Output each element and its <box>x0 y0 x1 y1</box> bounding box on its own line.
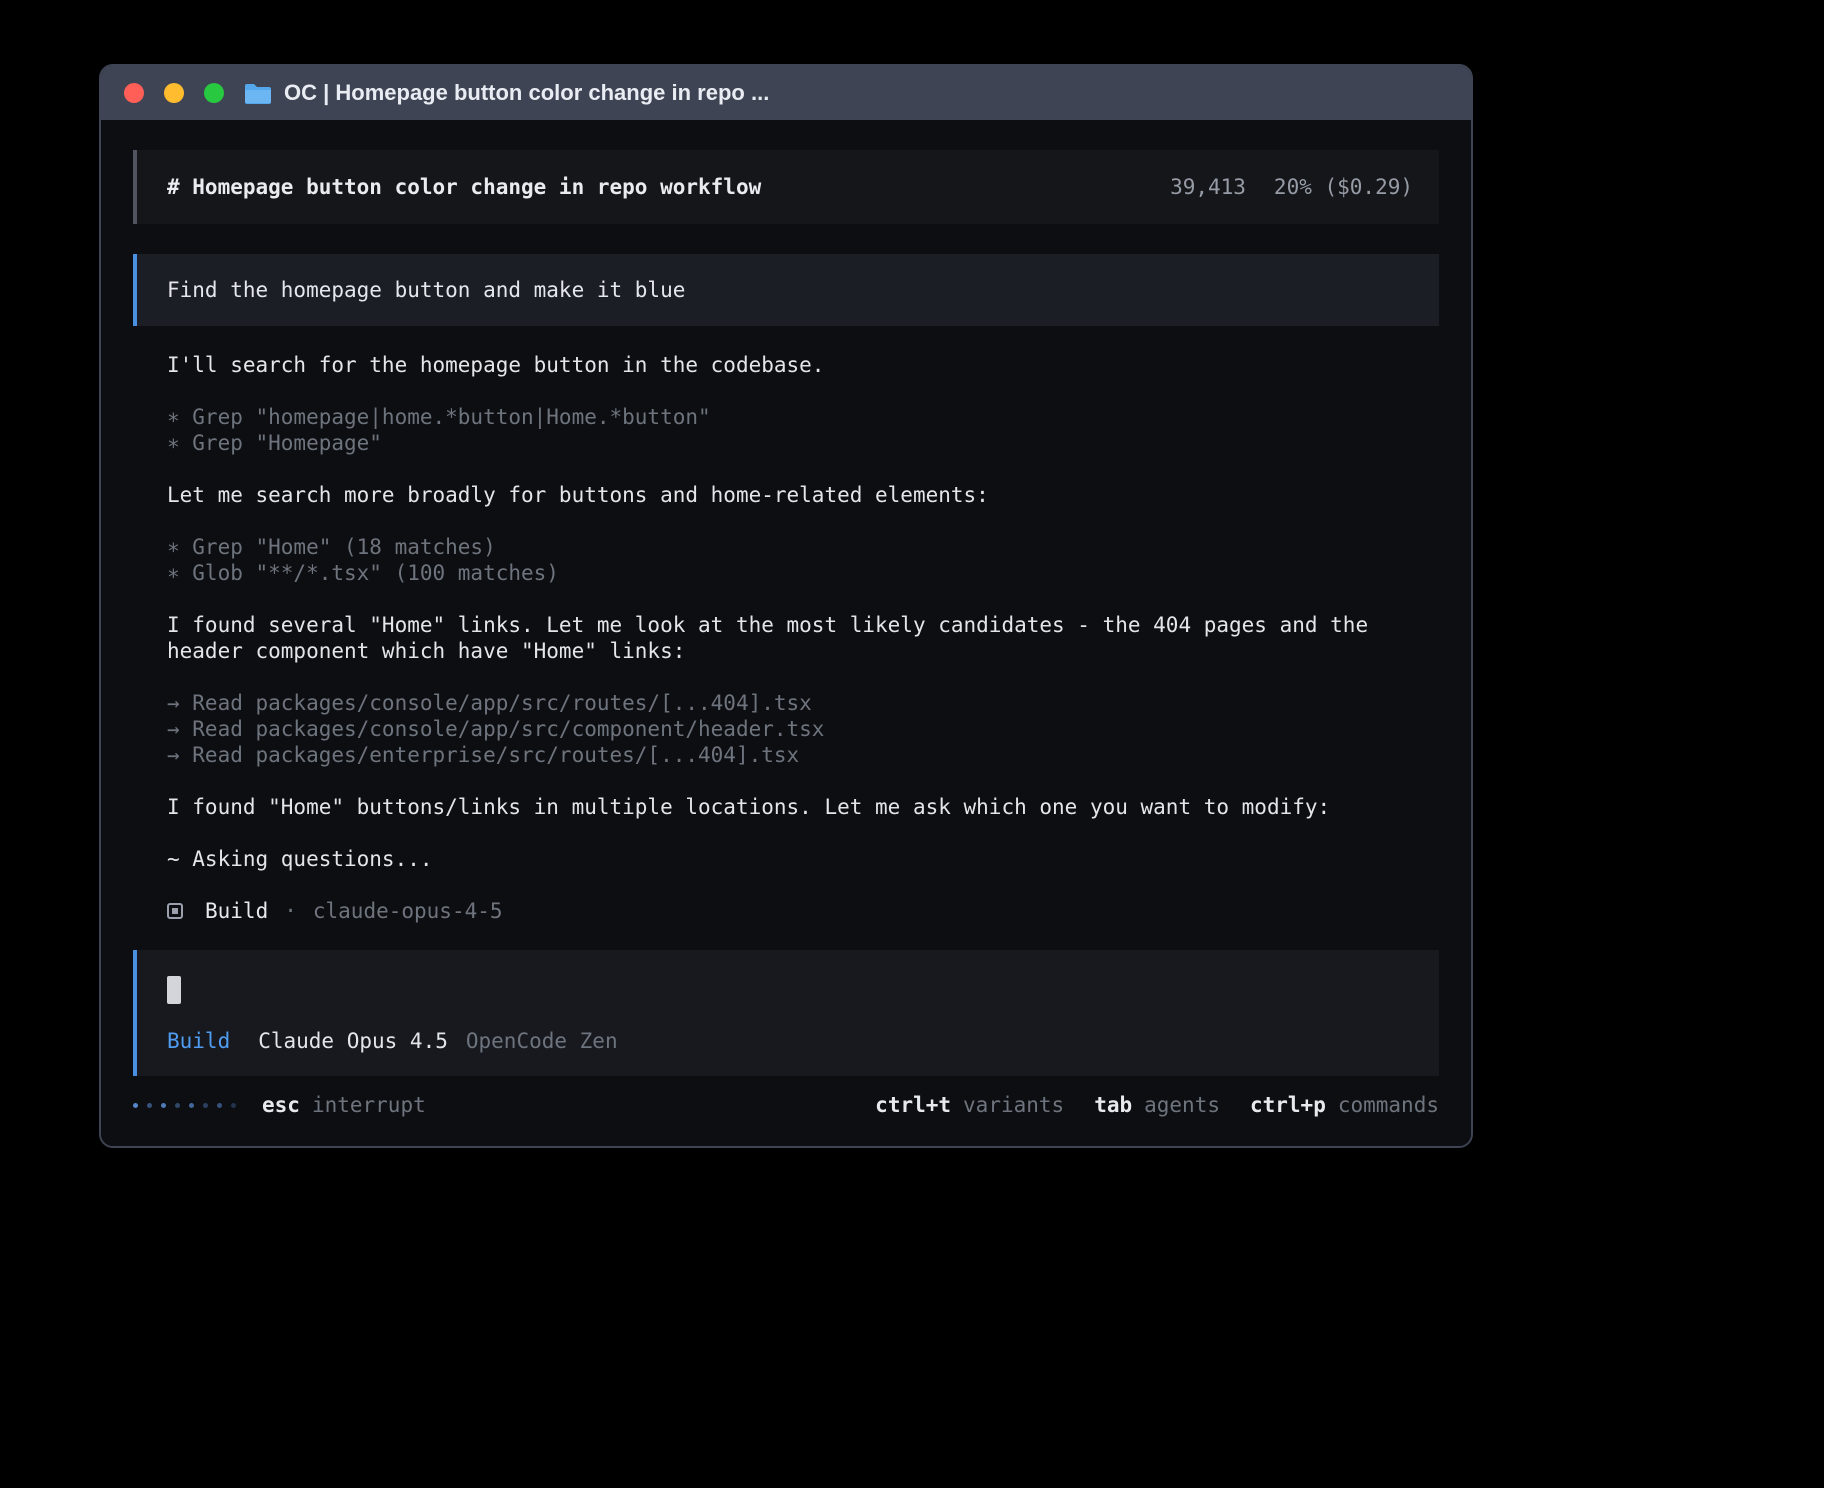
provider-name: OpenCode Zen <box>466 1028 618 1054</box>
grep-tool-call: ∗ Grep "Home" (18 matches) <box>167 534 1439 560</box>
session-title: # Homepage button color change in repo w… <box>167 174 761 200</box>
shortcut-commands[interactable]: ctrl+p commands <box>1250 1092 1439 1118</box>
variants-label: variants <box>963 1092 1064 1118</box>
assistant-transcript: I'll search for the homepage button in t… <box>133 352 1439 924</box>
tool-call-group: ∗ Grep "homepage|home.*button|Home.*butt… <box>167 404 1439 456</box>
read-tool-call: → Read packages/console/app/src/routes/[… <box>167 690 1439 716</box>
asking-status-text: ~ Asking questions... <box>167 846 1439 872</box>
commands-key: ctrl+p <box>1250 1092 1326 1118</box>
token-count: 39,413 <box>1170 174 1246 200</box>
read-tool-call: → Read packages/console/app/src/componen… <box>167 716 1439 742</box>
assistant-text: Let me search more broadly for buttons a… <box>167 482 1439 508</box>
input-meta-row: Build Claude Opus 4.5 OpenCode Zen <box>167 1028 1413 1054</box>
terminal-window: OC | Homepage button color change in rep… <box>99 64 1473 1148</box>
window-controls <box>101 83 224 103</box>
variants-key: ctrl+t <box>875 1092 951 1118</box>
terminal-content: # Homepage button color change in repo w… <box>101 150 1471 1148</box>
agents-key: tab <box>1094 1092 1132 1118</box>
grep-tool-call: ∗ Grep "Homepage" <box>167 430 1439 456</box>
model-name: Claude Opus 4.5 <box>258 1028 448 1054</box>
window-title: OC | Homepage button color change in rep… <box>284 80 769 106</box>
tool-call-group: → Read packages/console/app/src/routes/[… <box>167 690 1439 768</box>
tool-call-group: ∗ Grep "Home" (18 matches) ∗ Glob "**/*.… <box>167 534 1439 586</box>
status-bar-left: esc interrupt <box>133 1092 426 1118</box>
assistant-text: I found several "Home" links. Let me loo… <box>167 612 1439 664</box>
status-separator: · <box>284 898 297 924</box>
agents-label: agents <box>1144 1092 1220 1118</box>
grep-tool-call: ∗ Grep "homepage|home.*button|Home.*butt… <box>167 404 1439 430</box>
agent-model: claude-opus-4-5 <box>313 898 503 924</box>
zoom-button[interactable] <box>204 83 224 103</box>
assistant-text: I'll search for the homepage button in t… <box>167 352 1439 378</box>
spinner-icon <box>133 1103 236 1108</box>
close-button[interactable] <box>124 83 144 103</box>
commands-label: commands <box>1338 1092 1439 1118</box>
folder-icon <box>244 82 272 104</box>
shortcut-interrupt[interactable]: esc interrupt <box>262 1092 426 1118</box>
prompt-input[interactable]: Build Claude Opus 4.5 OpenCode Zen <box>133 950 1439 1076</box>
assistant-text: I found "Home" buttons/links in multiple… <box>167 794 1439 820</box>
read-tool-call: → Read packages/enterprise/src/routes/[.… <box>167 742 1439 768</box>
context-cost: 20% ($0.29) <box>1274 174 1413 200</box>
glob-tool-call: ∗ Glob "**/*.tsx" (100 matches) <box>167 560 1439 586</box>
esc-label: interrupt <box>312 1092 426 1118</box>
agent-status-icon <box>167 903 183 919</box>
user-message-text: Find the homepage button and make it blu… <box>167 278 685 302</box>
status-bar: esc interrupt ctrl+t variants tab agents… <box>133 1092 1439 1118</box>
user-message: Find the homepage button and make it blu… <box>133 254 1439 326</box>
shortcut-agents[interactable]: tab agents <box>1094 1092 1220 1118</box>
window-titlebar[interactable]: OC | Homepage button color change in rep… <box>101 66 1471 120</box>
text-cursor <box>167 976 181 1004</box>
session-header: # Homepage button color change in repo w… <box>133 150 1439 224</box>
session-stats: 39,413 20% ($0.29) <box>1170 174 1413 200</box>
status-bar-right: ctrl+t variants tab agents ctrl+p comman… <box>875 1092 1439 1118</box>
agent-name: Build <box>205 898 268 924</box>
esc-key: esc <box>262 1092 300 1118</box>
shortcut-variants[interactable]: ctrl+t variants <box>875 1092 1064 1118</box>
mode-indicator[interactable]: Build <box>167 1028 230 1054</box>
minimize-button[interactable] <box>164 83 184 103</box>
agent-status-line: Build · claude-opus-4-5 <box>167 898 1439 924</box>
